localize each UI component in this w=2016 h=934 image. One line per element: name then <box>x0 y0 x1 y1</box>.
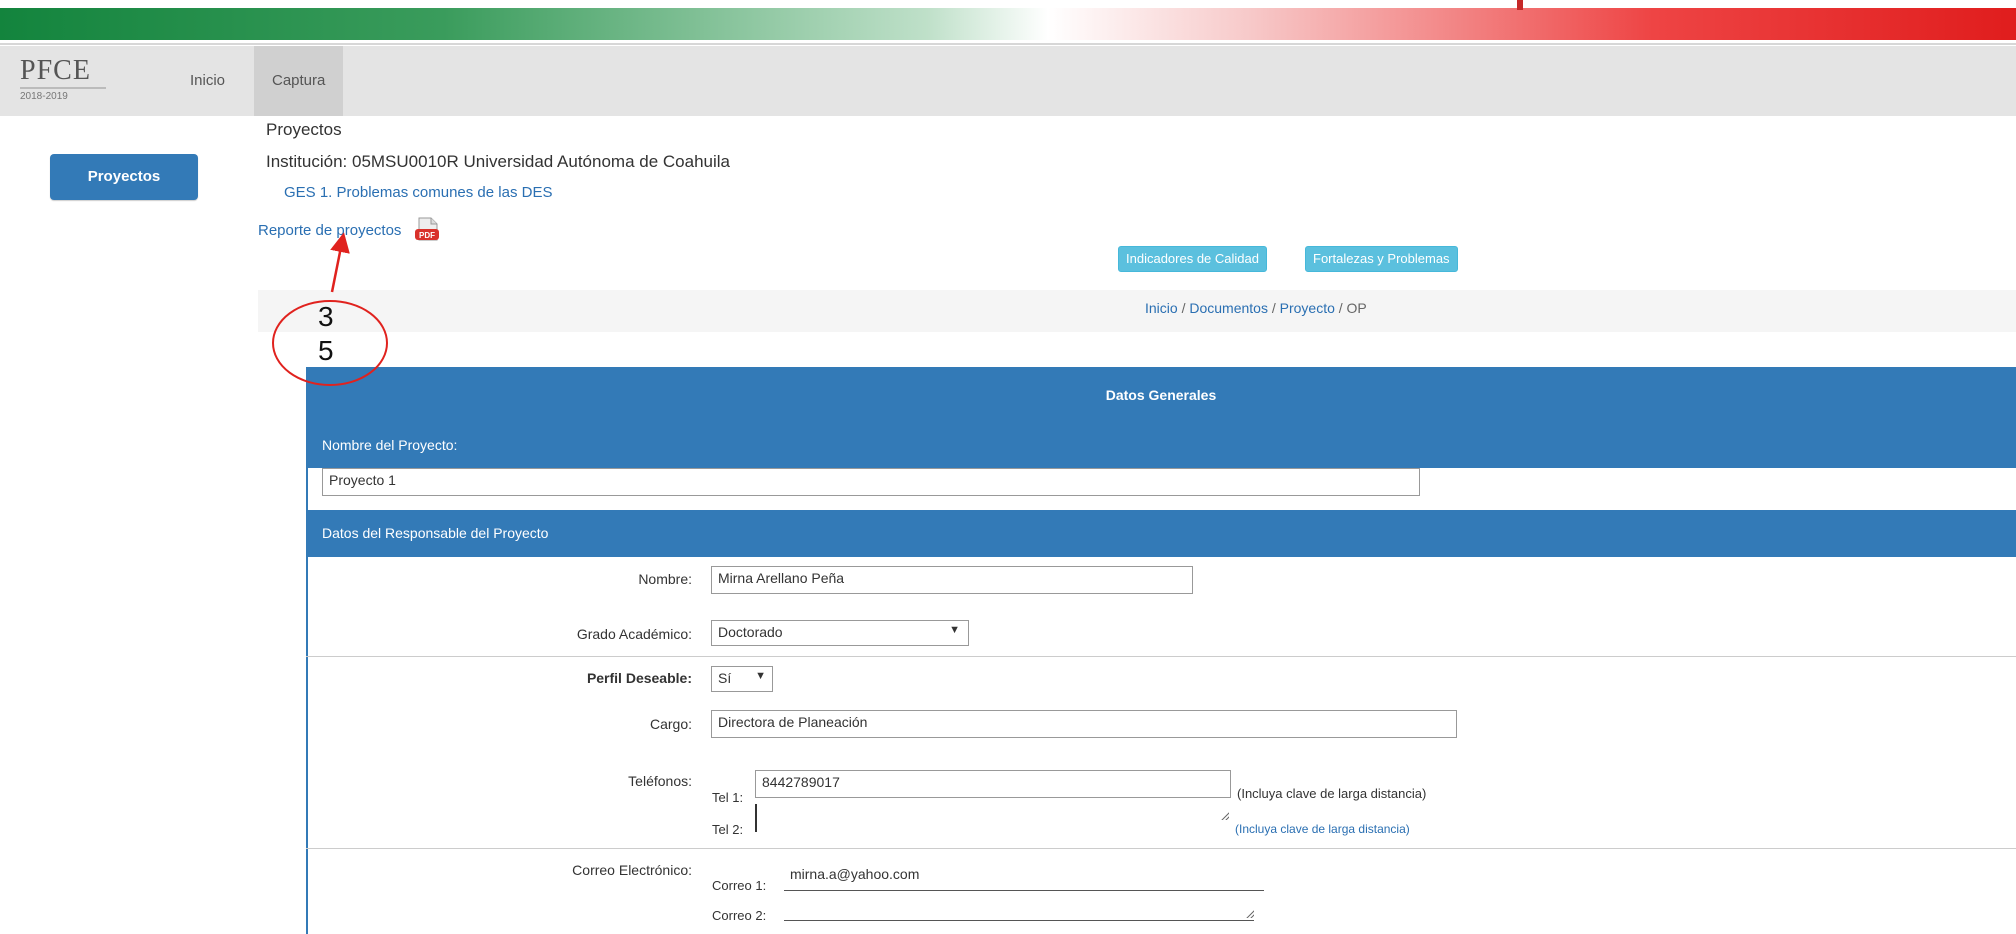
annotation-line-1: 3 <box>318 301 334 332</box>
logo-title: PFCE <box>20 55 91 86</box>
breadcrumb: Inicio / Documentos / Proyecto / OP <box>1145 300 1367 316</box>
svg-text:PDF: PDF <box>419 231 435 240</box>
resize-handle-icon[interactable] <box>1219 810 1229 820</box>
breadcrumb-bar <box>258 290 2016 332</box>
phone1-label: Tel 1: <box>712 790 744 805</box>
pdf-icon[interactable]: PDF <box>413 216 439 242</box>
responsible-header: Datos del Responsable del Proyecto <box>306 510 2016 557</box>
nav-captura[interactable]: Captura <box>254 46 344 116</box>
brand-gradient-bar <box>0 8 2016 40</box>
degree-select[interactable]: Doctorado ▼ <box>711 620 969 646</box>
nav-inicio[interactable]: Inicio <box>190 46 225 116</box>
phone-label: Teléfonos: <box>628 773 692 789</box>
name-label: Nombre: <box>638 571 692 587</box>
sidebar-projects-button[interactable]: Proyectos <box>50 154 198 200</box>
breadcrumb-inicio[interactable]: Inicio <box>1145 300 1178 316</box>
position-label: Cargo: <box>649 716 692 732</box>
phone2-input[interactable] <box>755 804 1229 832</box>
name-input[interactable]: Mirna Arellano Peña <box>711 566 1193 594</box>
breadcrumb-separator: / <box>1271 300 1280 316</box>
phone1-hint: (Incluya clave de larga distancia) <box>1237 786 1427 801</box>
logo-rule <box>20 87 106 89</box>
strengths-problems-button[interactable]: Fortalezas y Problemas <box>1305 246 1458 272</box>
problem-link[interactable]: GES 1. Problemas comunes de las DES <box>284 184 552 201</box>
email2-label: Correo 2: <box>712 908 767 923</box>
email-label: Correo Electrónico: <box>572 862 692 878</box>
header-divider <box>0 43 2016 45</box>
chevron-down-icon: ▼ <box>949 624 960 636</box>
profile-select[interactable]: Sí ▼ <box>711 666 773 692</box>
brand-bar-tick <box>1517 0 1523 10</box>
resize-handle-icon[interactable] <box>1244 908 1254 918</box>
annotation-label: 3 5 <box>318 300 334 368</box>
chevron-down-icon: ▼ <box>755 670 766 682</box>
email2-input[interactable] <box>784 920 1254 921</box>
phone1-input[interactable]: 8442789017 <box>755 770 1231 798</box>
email1-input[interactable]: mirna.a@yahoo.com <box>790 866 919 882</box>
email1-underline <box>784 890 1264 891</box>
degree-label: Grado Académico: <box>576 626 692 642</box>
general-data-header: Datos Generales <box>306 367 2016 423</box>
breadcrumb-current: OP <box>1346 300 1367 316</box>
annotation-line-2: 5 <box>318 335 334 366</box>
breadcrumb-documentos[interactable]: Documentos <box>1189 300 1268 316</box>
breadcrumb-proyecto[interactable]: Proyecto <box>1280 300 1335 316</box>
institution-label: Institución: 05MSU0010R Universidad Autó… <box>266 152 730 171</box>
row-divider <box>306 656 2016 657</box>
phone2-hint: (Incluya clave de larga distancia) <box>1235 822 1410 836</box>
breadcrumb-separator: / <box>1338 300 1347 316</box>
logo-subtitle: 2018-2019 <box>20 91 68 102</box>
degree-select-value: Doctorado <box>718 624 783 640</box>
project-name-input[interactable]: Proyecto 1 <box>322 468 1420 496</box>
row-divider <box>306 848 2016 849</box>
project-name-header: Nombre del Proyecto: <box>306 423 2016 468</box>
page-title: Proyectos <box>266 120 342 139</box>
profile-select-value: Sí <box>718 670 732 686</box>
email1-label: Correo 1: <box>712 878 767 893</box>
profile-label: Perfil Deseable: <box>586 670 692 686</box>
position-input[interactable]: Directora de Planeación <box>711 710 1457 738</box>
quality-indicators-button[interactable]: Indicadores de Calidad <box>1118 246 1267 272</box>
phone2-label: Tel 2: <box>712 822 744 837</box>
pfce-logo[interactable]: PFCE 2018-2019 <box>20 55 130 110</box>
